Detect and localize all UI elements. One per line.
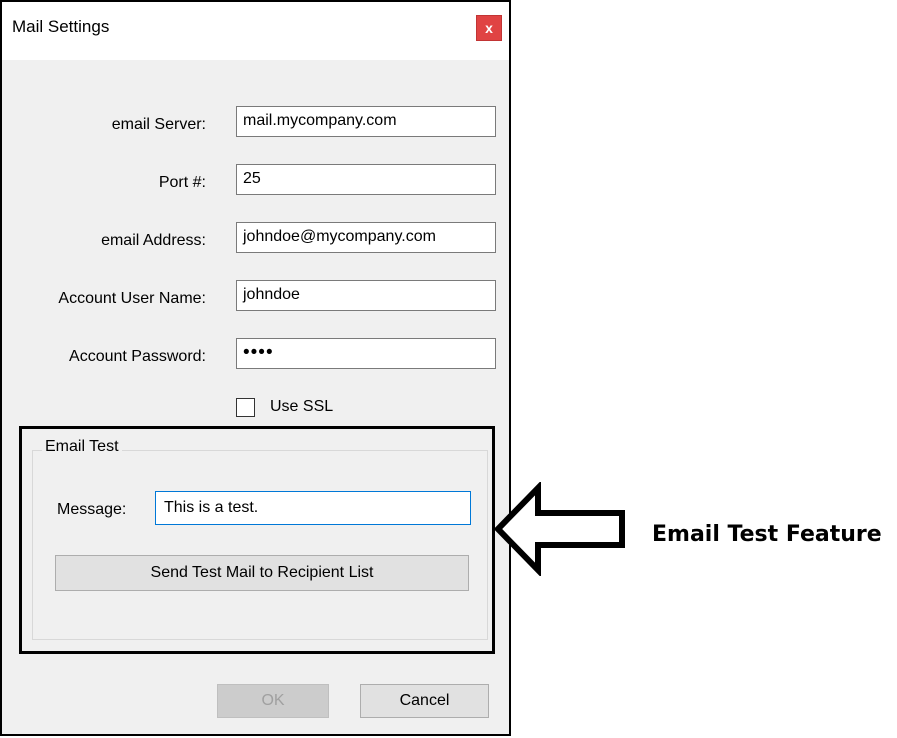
ok-label: OK bbox=[261, 692, 285, 709]
account-password-input[interactable]: •••• bbox=[236, 338, 496, 369]
email-server-label: email Server: bbox=[111, 116, 206, 133]
account-username-label: Account User Name: bbox=[58, 290, 206, 307]
annotation-label: Email Test Feature bbox=[652, 522, 882, 547]
use-ssl-checkbox[interactable] bbox=[236, 398, 255, 417]
port-input[interactable]: 25 bbox=[236, 164, 496, 195]
close-button[interactable]: x bbox=[476, 15, 502, 41]
cancel-button[interactable]: Cancel bbox=[360, 684, 489, 718]
email-server-input[interactable]: mail.mycompany.com bbox=[236, 106, 496, 137]
port-label: Port #: bbox=[158, 174, 206, 191]
window-title: Mail Settings bbox=[12, 17, 110, 36]
email-address-label: email Address: bbox=[101, 232, 206, 249]
account-username-input[interactable]: johndoe bbox=[236, 280, 496, 311]
title-bar: Mail Settings x bbox=[2, 2, 509, 60]
close-icon: x bbox=[485, 20, 493, 36]
left-arrow-icon bbox=[494, 482, 625, 576]
use-ssl-label[interactable]: Use SSL bbox=[270, 398, 333, 416]
mail-settings-dialog: Mail Settings x email Server: mail.mycom… bbox=[0, 0, 511, 736]
ok-button: OK bbox=[217, 684, 329, 718]
email-test-highlight-box bbox=[19, 426, 495, 654]
cancel-label: Cancel bbox=[399, 692, 450, 709]
account-password-label: Account Password: bbox=[69, 348, 206, 365]
email-address-input[interactable]: johndoe@mycompany.com bbox=[236, 222, 496, 253]
